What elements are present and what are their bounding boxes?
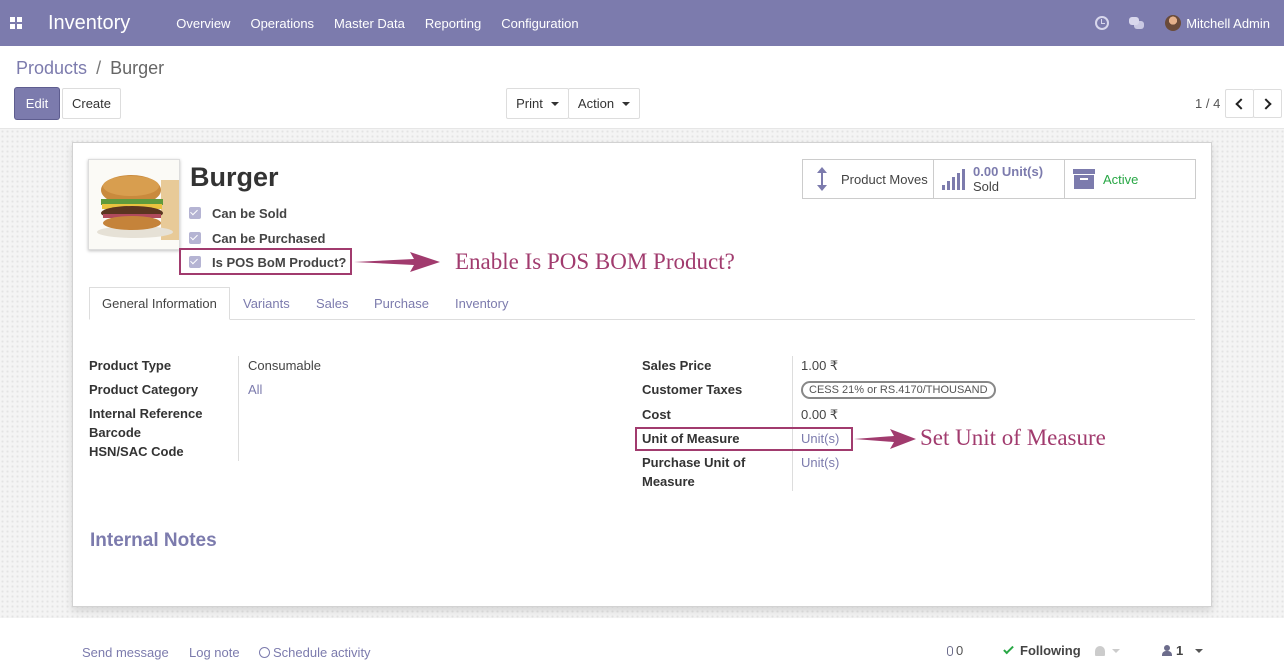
checkbox-label: Can be Purchased bbox=[212, 230, 326, 246]
checkbox-checked-icon[interactable] bbox=[189, 232, 201, 244]
caret-down-icon bbox=[550, 101, 559, 106]
pager-value[interactable]: 1 / 4 bbox=[1195, 96, 1220, 111]
purchase-uom-label: Purchase Unit of Measure bbox=[642, 453, 745, 491]
caret-down-icon bbox=[622, 101, 631, 106]
following-label: Following bbox=[1020, 643, 1081, 658]
caret-down-icon[interactable] bbox=[1111, 648, 1120, 653]
activity-clock-icon[interactable] bbox=[1095, 16, 1110, 30]
top-navbar: Inventory Overview Operations Master Dat… bbox=[0, 0, 1284, 46]
active-toggle-button[interactable]: Active bbox=[1065, 160, 1195, 198]
print-dropdown[interactable]: Print bbox=[506, 88, 569, 119]
product-type-label: Product Type bbox=[89, 358, 172, 373]
checkbox-can-be-sold[interactable]: Can be Sold bbox=[189, 205, 287, 221]
purchase-uom-label-line-1: Purchase Unit of bbox=[642, 455, 746, 470]
signal-bars-icon bbox=[942, 168, 967, 190]
check-icon bbox=[1003, 643, 1014, 654]
action-label: Action bbox=[577, 96, 615, 111]
sold-label: Sold bbox=[973, 178, 1000, 194]
edit-button[interactable]: Edit bbox=[15, 88, 59, 119]
active-label: Active bbox=[1103, 171, 1139, 187]
menu-reporting[interactable]: Reporting bbox=[425, 16, 481, 31]
product-image[interactable] bbox=[88, 159, 180, 250]
sold-button[interactable]: 0.00 Unit(s) Sold bbox=[934, 160, 1065, 198]
annotation-pos-bom: Enable Is POS BOM Product? bbox=[455, 249, 735, 274]
pager-previous-button[interactable] bbox=[1225, 89, 1254, 118]
hsn-sac-code-label: HSN/SAC Code bbox=[89, 444, 184, 459]
checkbox-checked-icon[interactable] bbox=[189, 207, 201, 219]
chevron-right-icon bbox=[1260, 97, 1272, 110]
internal-reference-label: Internal Reference bbox=[89, 406, 203, 421]
send-message-button[interactable]: Send message bbox=[82, 645, 169, 660]
purchase-uom-label-line-2: Measure bbox=[642, 474, 695, 489]
schedule-activity-label: Schedule activity bbox=[273, 645, 371, 660]
notebook-tabs: General Information Variants Sales Purch… bbox=[89, 287, 1195, 320]
tab-general-information[interactable]: General Information bbox=[89, 287, 230, 320]
burger-image-icon bbox=[89, 160, 179, 249]
customer-taxes-label: Customer Taxes bbox=[642, 382, 743, 397]
tab-variants[interactable]: Variants bbox=[243, 287, 290, 320]
product-type-value[interactable]: Consumable bbox=[248, 358, 321, 373]
barcode-label: Barcode bbox=[89, 425, 142, 440]
followers-count: 1 bbox=[1176, 643, 1184, 658]
user-avatar[interactable] bbox=[1165, 15, 1182, 31]
menu-configuration[interactable]: Configuration bbox=[501, 16, 578, 31]
attachments-count: 0 bbox=[956, 643, 964, 658]
product-name: Burger bbox=[190, 162, 279, 192]
tab-inventory[interactable]: Inventory bbox=[455, 287, 508, 320]
bell-icon[interactable] bbox=[1094, 645, 1105, 656]
action-dropdown[interactable]: Action bbox=[568, 88, 640, 119]
followers-button[interactable]: 1 bbox=[1162, 643, 1204, 658]
cost-value[interactable]: 0.00 ₹ bbox=[801, 407, 838, 423]
menu-master-data[interactable]: Master Data bbox=[334, 16, 405, 31]
messaging-chat-icon[interactable] bbox=[1129, 17, 1145, 29]
apps-icon[interactable] bbox=[10, 17, 22, 29]
create-button[interactable]: Create bbox=[62, 88, 121, 119]
tab-purchase[interactable]: Purchase bbox=[374, 287, 429, 320]
schedule-activity-button[interactable]: Schedule activity bbox=[259, 645, 371, 660]
product-category-value[interactable]: All bbox=[248, 382, 262, 397]
sales-price-label: Sales Price bbox=[642, 358, 712, 373]
menu-operations[interactable]: Operations bbox=[250, 16, 314, 31]
product-moves-button[interactable]: Product Moves bbox=[803, 160, 934, 198]
app-title[interactable]: Inventory bbox=[48, 12, 130, 35]
breadcrumb-current: Burger bbox=[110, 58, 165, 78]
following-button[interactable]: Following bbox=[1003, 643, 1120, 658]
breadcrumb: Products / Burger bbox=[16, 58, 164, 79]
annotation-arrow-icon bbox=[854, 429, 916, 449]
smart-buttons: Product Moves 0.00 Unit(s) Sold Active bbox=[802, 159, 1196, 199]
attachments-button[interactable]: 0 bbox=[947, 643, 963, 658]
print-label: Print bbox=[516, 96, 543, 111]
product-category-label: Product Category bbox=[89, 382, 199, 397]
sold-value: 0.00 Unit(s) bbox=[973, 163, 1044, 179]
cost-label: Cost bbox=[642, 407, 671, 422]
user-icon bbox=[1162, 645, 1172, 656]
product-moves-label: Product Moves bbox=[841, 171, 928, 187]
log-note-button[interactable]: Log note bbox=[189, 645, 240, 660]
annotation-arrow-icon bbox=[354, 252, 440, 272]
customer-tax-badge[interactable]: CESS 21% or RS.4170/THOUSAND bbox=[801, 381, 996, 399]
up-down-arrows-icon bbox=[817, 167, 827, 191]
tab-sales[interactable]: Sales bbox=[316, 287, 349, 320]
internal-notes-heading: Internal Notes bbox=[90, 530, 217, 551]
pos-bom-highlight-box bbox=[179, 248, 352, 275]
pager-next-button[interactable] bbox=[1253, 89, 1282, 118]
annotation-uom: Set Unit of Measure bbox=[920, 425, 1106, 450]
clock-icon bbox=[259, 647, 270, 658]
archive-icon bbox=[1073, 169, 1095, 189]
checkbox-label: Can be Sold bbox=[212, 205, 288, 221]
breadcrumb-products-link[interactable]: Products bbox=[16, 58, 87, 78]
breadcrumb-separator: / bbox=[96, 58, 102, 78]
purchase-uom-value[interactable]: Unit(s) bbox=[801, 455, 839, 470]
chevron-left-icon bbox=[1235, 97, 1247, 110]
field-divider bbox=[238, 356, 239, 461]
checkbox-can-be-purchased[interactable]: Can be Purchased bbox=[189, 230, 325, 246]
user-menu-name[interactable]: Mitchell Admin bbox=[1186, 16, 1270, 31]
uom-highlight-box bbox=[635, 427, 853, 451]
menu-overview[interactable]: Overview bbox=[176, 16, 230, 31]
sales-price-value[interactable]: 1.00 ₹ bbox=[801, 358, 838, 374]
caret-down-icon bbox=[1195, 648, 1204, 653]
paperclip-icon bbox=[947, 645, 953, 656]
field-divider bbox=[792, 356, 793, 491]
